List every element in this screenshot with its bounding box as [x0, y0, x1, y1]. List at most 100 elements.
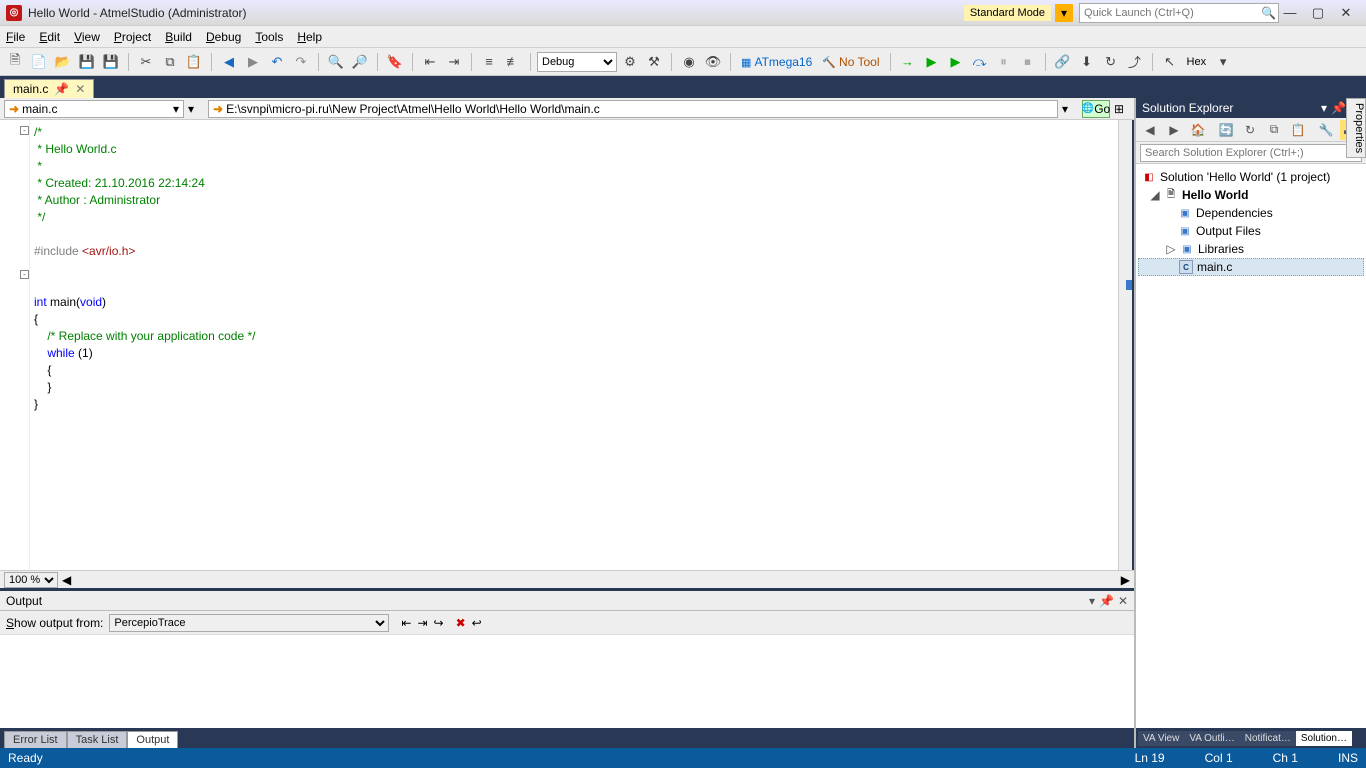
- indent-in-icon[interactable]: ⇥: [443, 51, 465, 73]
- step-into-icon[interactable]: →: [897, 51, 919, 73]
- scroll-right-icon[interactable]: ▶: [1121, 573, 1130, 587]
- filter-icon[interactable]: ▾: [1055, 4, 1073, 22]
- tree-project[interactable]: ◢ 🗎 Hello World: [1138, 186, 1364, 204]
- stop-icon[interactable]: ⏹: [1017, 51, 1039, 73]
- detach-icon[interactable]: ⬇: [1076, 51, 1098, 73]
- se-refresh-icon[interactable]: ↻: [1240, 120, 1260, 140]
- se-home-icon[interactable]: 🏠: [1188, 120, 1208, 140]
- device-label[interactable]: ▦ ATmega16: [737, 55, 816, 69]
- fold-toggle[interactable]: -: [20, 270, 29, 279]
- attach-icon[interactable]: 🔗: [1052, 51, 1074, 73]
- close-button[interactable]: ✕: [1332, 5, 1360, 21]
- menu-tools[interactable]: Tools: [255, 30, 283, 44]
- paste-icon[interactable]: 📋: [183, 51, 205, 73]
- nav-fwd-icon[interactable]: ▶: [242, 51, 264, 73]
- tool-label[interactable]: 🔨 No Tool: [818, 55, 883, 69]
- build-all-icon[interactable]: ⚒: [643, 51, 665, 73]
- find-files-icon[interactable]: 🔎: [349, 51, 371, 73]
- se-fwd-icon[interactable]: ▶: [1164, 120, 1184, 140]
- undo-icon[interactable]: ↶: [266, 51, 288, 73]
- tab-error-list[interactable]: Error List: [4, 731, 67, 748]
- close-tab-icon[interactable]: ✕: [75, 82, 85, 96]
- solution-tree[interactable]: ◧ Solution 'Hello World' (1 project) ◢ 🗎…: [1136, 164, 1366, 728]
- menu-edit[interactable]: Edit: [39, 30, 60, 44]
- output-goto-icon[interactable]: ↪: [434, 616, 444, 630]
- tree-dependencies[interactable]: ▣ Dependencies: [1138, 204, 1364, 222]
- open-icon[interactable]: 📂: [52, 51, 74, 73]
- go-button[interactable]: 🌐Go: [1082, 100, 1110, 118]
- save-all-icon[interactable]: 💾: [100, 51, 122, 73]
- se-search-input[interactable]: [1140, 144, 1362, 162]
- panel-pin-icon[interactable]: 📌: [1099, 594, 1114, 608]
- run-icon[interactable]: ▶: [921, 51, 943, 73]
- menu-debug[interactable]: Debug: [206, 30, 241, 44]
- build-icon[interactable]: ⚙: [619, 51, 641, 73]
- zoom-select[interactable]: 100 %: [4, 572, 58, 588]
- se-sync-icon[interactable]: 🔄: [1216, 120, 1236, 140]
- nav-back-icon[interactable]: ◀: [218, 51, 240, 73]
- panel-close-icon[interactable]: ✕: [1118, 594, 1128, 608]
- mode-badge[interactable]: Standard Mode: [964, 5, 1051, 21]
- chevron-down-icon[interactable]: ▾: [1212, 51, 1234, 73]
- comment-icon[interactable]: ≡: [478, 51, 500, 73]
- tab-output[interactable]: Output: [127, 731, 178, 748]
- fold-toggle[interactable]: -: [20, 126, 29, 135]
- hex-label[interactable]: Hex: [1183, 56, 1211, 68]
- save-icon[interactable]: 💾: [76, 51, 98, 73]
- file-path-field[interactable]: ➜ E:\svnpi\micro-pi.ru\New Project\Atmel…: [208, 100, 1058, 118]
- bookmark-icon[interactable]: 🔖: [384, 51, 406, 73]
- tree-libraries[interactable]: ▷ ▣ Libraries: [1138, 240, 1364, 258]
- tree-output-files[interactable]: ▣ Output Files: [1138, 222, 1364, 240]
- properties-collapsed-tab[interactable]: Properties: [1346, 98, 1366, 158]
- tab-notifications[interactable]: Notificat…: [1240, 731, 1296, 746]
- tab-va-view[interactable]: VA View: [1138, 731, 1184, 746]
- indent-out-icon[interactable]: ⇤: [419, 51, 441, 73]
- find-icon[interactable]: 🔍: [325, 51, 347, 73]
- se-showall-icon[interactable]: 📋: [1288, 120, 1308, 140]
- maximize-button[interactable]: ▢: [1304, 5, 1332, 21]
- step-over-icon[interactable]: ⤼: [969, 51, 991, 73]
- uncomment-icon[interactable]: ≢: [502, 51, 524, 73]
- vertical-scrollbar[interactable]: [1118, 120, 1132, 570]
- new-file-icon[interactable]: 📄: [28, 51, 50, 73]
- tab-va-outline[interactable]: VA Outli…: [1184, 731, 1239, 746]
- watch-icon[interactable]: 👁: [702, 51, 724, 73]
- output-wrap-icon[interactable]: ↩: [472, 616, 482, 630]
- tree-solution-root[interactable]: ◧ Solution 'Hello World' (1 project): [1138, 168, 1364, 186]
- step-out-icon[interactable]: ⤴: [1124, 51, 1146, 73]
- output-next-icon[interactable]: ⇥: [417, 616, 427, 630]
- se-pin-icon[interactable]: 📌: [1331, 101, 1346, 115]
- cut-icon[interactable]: ✂: [135, 51, 157, 73]
- redo-icon[interactable]: ↷: [290, 51, 312, 73]
- nav-dropdown-icon[interactable]: ▾: [188, 102, 204, 116]
- se-dropdown-icon[interactable]: ▾: [1321, 101, 1327, 115]
- menu-help[interactable]: Help: [297, 30, 322, 44]
- pause-icon[interactable]: ⏸: [993, 51, 1015, 73]
- path-dropdown-icon[interactable]: ▾: [1062, 102, 1078, 116]
- scope-dropdown[interactable]: ➜ main.c▾: [4, 100, 184, 118]
- panel-dropdown-icon[interactable]: ▾: [1089, 594, 1095, 608]
- menu-build[interactable]: Build: [165, 30, 192, 44]
- menu-file[interactable]: File: [6, 30, 25, 44]
- menu-project[interactable]: Project: [114, 30, 151, 44]
- output-source-select[interactable]: PercepioTrace: [109, 614, 389, 632]
- output-prev-icon[interactable]: ⇤: [401, 616, 411, 630]
- tab-solution[interactable]: Solution…: [1296, 731, 1352, 746]
- cursor-icon[interactable]: ↖: [1159, 51, 1181, 73]
- copy-icon[interactable]: ⧉: [159, 51, 181, 73]
- new-project-icon[interactable]: 🗎: [4, 51, 26, 73]
- scroll-left-icon[interactable]: ◀: [62, 573, 71, 587]
- quick-launch-input[interactable]: [1079, 3, 1279, 23]
- menu-view[interactable]: View: [74, 30, 100, 44]
- expand-icon[interactable]: ▷: [1166, 242, 1176, 256]
- breakpoint-icon[interactable]: ◉: [678, 51, 700, 73]
- code-editor[interactable]: - - /* * Hello World.c * * Created: 21.1…: [0, 120, 1134, 570]
- se-properties-icon[interactable]: 🔧: [1316, 120, 1336, 140]
- tree-main-c[interactable]: C main.c: [1138, 258, 1364, 276]
- se-collapse-icon[interactable]: ⧉: [1264, 120, 1284, 140]
- toggle-icon[interactable]: ⊞: [1114, 102, 1130, 116]
- pin-icon[interactable]: 📌: [54, 82, 69, 96]
- config-select[interactable]: Debug: [537, 52, 617, 72]
- tab-task-list[interactable]: Task List: [67, 731, 128, 748]
- output-clear-icon[interactable]: ✖: [456, 616, 466, 630]
